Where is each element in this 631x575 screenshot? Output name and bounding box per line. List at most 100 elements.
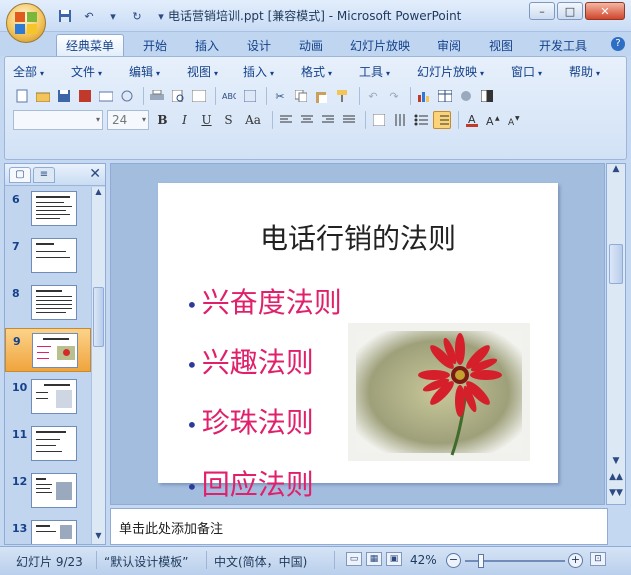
theme-name[interactable]: “默认设计模板” (104, 553, 188, 570)
justify-icon[interactable] (340, 111, 358, 129)
fit-to-window-icon[interactable]: ⊡ (590, 552, 606, 566)
zoom-out-button[interactable]: − (446, 553, 461, 568)
maximize-button[interactable]: □ (557, 2, 583, 20)
menu-tools[interactable]: 工具 ▾ (359, 63, 417, 81)
scrollbar-thumb[interactable] (609, 244, 623, 284)
slide-canvas[interactable]: 电话行销的法则 • 兴奋度法则 • 兴趣法则 • 珍珠法则 • 回应法则 (158, 183, 558, 501)
bold-button[interactable]: B (153, 111, 172, 130)
font-size-combo[interactable]: 24 ▾ (107, 110, 149, 130)
slide-thumbnail[interactable]: 13 (5, 516, 91, 544)
scroll-up-icon[interactable]: ▲ (607, 164, 625, 178)
tab-review[interactable]: 审阅 (428, 34, 470, 56)
close-pane-icon[interactable]: ✕ (89, 166, 101, 182)
align-center-icon[interactable] (298, 111, 316, 129)
help-icon[interactable]: ? (611, 37, 625, 51)
language-indicator[interactable]: 中文(简体，中国) (214, 553, 307, 570)
bullet-item[interactable]: • 珍珠法则 (186, 401, 314, 441)
bullet-item[interactable]: • 兴奋度法则 (186, 281, 342, 321)
shrink-font-icon[interactable]: A ▼ (505, 111, 523, 129)
zoom-level[interactable]: 42% (410, 553, 437, 567)
insert-table-icon[interactable] (436, 87, 454, 105)
bullets-icon[interactable] (412, 111, 430, 129)
save-icon[interactable] (56, 8, 74, 24)
cut-icon[interactable]: ✂ (271, 87, 289, 105)
menu-window[interactable]: 窗口 ▾ (511, 63, 569, 81)
close-button[interactable]: ✕ (585, 2, 625, 20)
zoom-slider-thumb[interactable] (478, 554, 484, 568)
change-case-button[interactable]: Aa (241, 111, 265, 130)
open-folder-icon[interactable] (34, 87, 52, 105)
menu-help[interactable]: 帮助 ▾ (569, 63, 605, 81)
next-slide-icon[interactable]: ▼▼ (607, 488, 625, 502)
underline-button[interactable]: U (197, 111, 216, 130)
undo-dropdown-icon[interactable]: ▾ (104, 8, 122, 24)
format-painter-icon[interactable] (334, 87, 352, 105)
tab-animations[interactable]: 动画 (290, 34, 332, 56)
print-icon[interactable] (148, 87, 166, 105)
undo-icon[interactable]: ↶ (80, 8, 98, 24)
slide-thumbnail[interactable]: 12 (5, 469, 91, 513)
menu-insert[interactable]: 插入 ▾ (243, 63, 301, 81)
bullet-item[interactable]: • 回应法则 (186, 463, 314, 503)
menu-view[interactable]: 视图 ▾ (187, 63, 243, 81)
redo-icon[interactable]: ↻ (128, 8, 146, 24)
numbering-icon[interactable] (433, 111, 451, 129)
slideshow-view-icon[interactable]: ▣ (386, 552, 402, 566)
scroll-up-icon[interactable]: ▲ (92, 187, 105, 200)
insert-chart-icon[interactable] (415, 87, 433, 105)
outline-tab[interactable]: ≡ (33, 167, 55, 183)
slide-thumbnail[interactable]: 7 (5, 234, 91, 278)
redo-toolbar-icon[interactable]: ↷ (385, 87, 403, 105)
tab-design[interactable]: 设计 (238, 34, 280, 56)
insert-object-icon[interactable] (457, 87, 475, 105)
flower-image[interactable] (348, 323, 530, 461)
research-icon[interactable] (241, 87, 259, 105)
grow-font-icon[interactable]: A ▲ (484, 111, 502, 129)
undo-toolbar-icon[interactable]: ↶ (364, 87, 382, 105)
spelling-icon[interactable]: ABC (220, 87, 238, 105)
tab-slideshow[interactable]: 幻灯片放映 (342, 34, 418, 56)
slides-pane-scrollbar[interactable]: ▲ ▼ (91, 187, 105, 544)
copy-icon[interactable] (292, 87, 310, 105)
slide-sorter-view-icon[interactable]: ▦ (366, 552, 382, 566)
normal-view-icon[interactable]: ▭ (346, 552, 362, 566)
shadow-button[interactable]: S (219, 111, 238, 130)
paste-icon[interactable] (313, 87, 331, 105)
tab-view[interactable]: 视图 (480, 34, 522, 56)
scroll-down-icon[interactable]: ▼ (92, 531, 105, 544)
publish-icon[interactable] (118, 87, 136, 105)
align-left-icon[interactable] (277, 111, 295, 129)
tab-insert[interactable]: 插入 (186, 34, 228, 56)
office-button[interactable] (6, 3, 46, 43)
slide-thumbnail[interactable]: 6 (5, 187, 91, 231)
menu-all[interactable]: 全部 ▾ (13, 63, 71, 81)
slide-title[interactable]: 电话行销的法则 (158, 217, 558, 257)
save-toolbar-icon[interactable] (55, 87, 73, 105)
font-name-combo[interactable]: ▾ (13, 110, 103, 130)
tab-developer[interactable]: 开发工具 (532, 34, 594, 56)
minimize-button[interactable]: – (529, 2, 555, 20)
menu-file[interactable]: 文件 ▾ (71, 63, 129, 81)
new-file-icon[interactable] (13, 87, 31, 105)
menu-edit[interactable]: 编辑 ▾ (129, 63, 187, 81)
text-direction-icon[interactable] (370, 111, 388, 129)
menu-format[interactable]: 格式 ▾ (301, 63, 359, 81)
tab-home[interactable]: 开始 (134, 34, 176, 56)
slide-thumbnail[interactable]: 8 (5, 281, 91, 325)
scrollbar-thumb[interactable] (93, 287, 104, 347)
menu-slideshow[interactable]: 幻灯片放映 ▾ (417, 63, 511, 81)
italic-button[interactable]: I (175, 111, 194, 130)
slide-thumbnail[interactable]: 11 (5, 422, 91, 466)
email-icon[interactable] (97, 87, 115, 105)
align-right-icon[interactable] (319, 111, 337, 129)
scroll-down-icon[interactable]: ▼ (607, 456, 625, 470)
columns-icon[interactable] (391, 111, 409, 129)
notes-pane[interactable]: 单击此处添加备注 (110, 508, 608, 545)
previous-slide-icon[interactable]: ▲▲ (607, 472, 625, 486)
slides-tab[interactable]: ▢ (9, 167, 31, 183)
color-grayscale-icon[interactable] (478, 87, 496, 105)
permission-icon[interactable] (76, 87, 94, 105)
font-color-icon[interactable]: A (463, 111, 481, 129)
zoom-in-button[interactable]: + (568, 553, 583, 568)
outline-view-icon[interactable] (190, 87, 208, 105)
